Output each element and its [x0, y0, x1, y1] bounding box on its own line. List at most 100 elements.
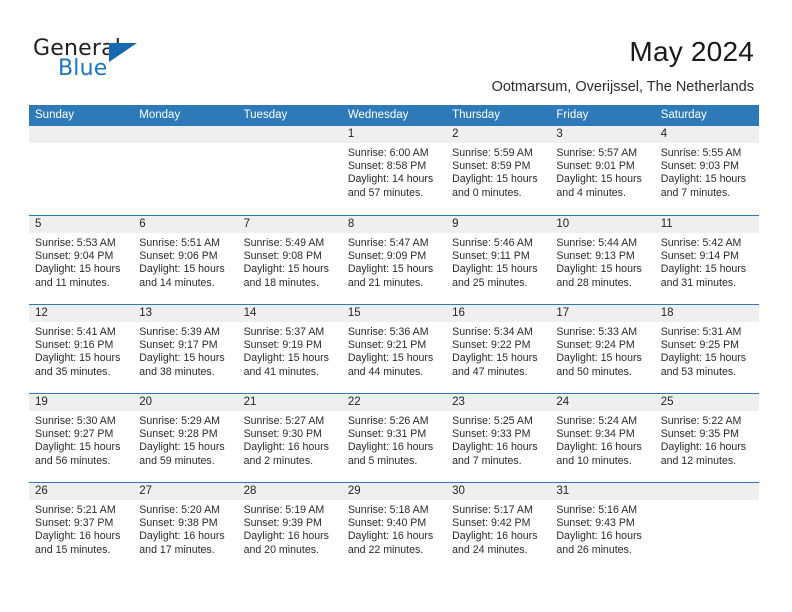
weekday-header-saturday: Saturday: [660, 109, 707, 121]
calendar-day-number: 22: [341, 394, 447, 411]
daylight-duration-line1: Daylight: 14 hours: [347, 173, 434, 186]
calendar-day-cell[interactable]: 13 Sunrise: 5:39 AM Sunset: 9:17 PM Dayligh…: [133, 305, 238, 393]
calendar-day-cell[interactable]: 28 Sunrise: 5:19 AM Sunset: 9:39 PM Dayligh…: [237, 483, 342, 571]
calendar-day-cell[interactable]: 8 Sunrise: 5:47 AM Sunset: 9:09 PM Daylight…: [341, 216, 447, 304]
daylight-duration-line2: and 11 minutes.: [35, 276, 110, 289]
calendar-day-cell[interactable]: 3 Sunrise: 5:57 AM Sunset: 9:01 PM Daylight…: [550, 126, 655, 215]
sunset-time: Sunset: 9:27 PM: [35, 428, 114, 441]
calendar-page: General Blue May 2024 Ootmarsum, Overijs…: [0, 0, 792, 612]
sunrise-time: Sunrise: 5:22 AM: [660, 415, 742, 427]
sunrise-time: Sunrise: 5:49 AM: [243, 237, 325, 249]
sunset-time: Sunset: 9:21 PM: [347, 339, 427, 352]
sunrise-time: Sunrise: 5:42 AM: [660, 237, 742, 249]
calendar-day-cell[interactable]: 24 Sunrise: 5:24 AM Sunset: 9:34 PM Dayligh…: [550, 394, 655, 482]
daylight-duration-line2: and 53 minutes.: [660, 365, 737, 378]
calendar-day-details: Sunrise: 5:49 AM Sunset: 9:08 PM Daylight:…: [238, 233, 342, 290]
calendar-day-cell[interactable]: 5 Sunrise: 5:53 AM Sunset: 9:04 PM Daylight…: [29, 216, 134, 304]
calendar-day-cell[interactable]: 16 Sunrise: 5:34 AM Sunset: 9:22 PM Dayligh…: [446, 305, 551, 393]
daylight-duration-line2: and 2 minutes.: [243, 454, 314, 467]
calendar-day-details: Sunrise: 5:59 AM Sunset: 8:59 PM Daylight:…: [446, 143, 550, 200]
calendar-day-number: 17: [550, 305, 655, 322]
calendar-day-cell[interactable]: 22 Sunrise: 5:26 AM Sunset: 9:31 PM Dayligh…: [341, 394, 447, 482]
calendar-day-number: [133, 126, 238, 143]
daylight-duration-line2: and 15 minutes.: [35, 543, 111, 556]
calendar-day-cell[interactable]: 4 Sunrise: 5:55 AM Sunset: 9:03 PM Daylight…: [654, 126, 759, 215]
weekday-header-thursday: Thursday: [452, 109, 501, 121]
calendar-day-number: 23: [446, 394, 551, 411]
calendar-day-details: Sunrise: 5:16 AM Sunset: 9:43 PM Daylight:…: [550, 500, 654, 557]
calendar-day-cell[interactable]: 17 Sunrise: 5:33 AM Sunset: 9:24 PM Dayligh…: [550, 305, 655, 393]
calendar-day-cell[interactable]: 14 Sunrise: 5:37 AM Sunset: 9:19 PM Dayligh…: [237, 305, 342, 393]
calendar-day-cell-empty: [29, 126, 134, 215]
calendar-day-cell[interactable]: 27 Sunrise: 5:20 AM Sunset: 9:38 PM Dayligh…: [133, 483, 238, 571]
sunrise-time: Sunrise: 5:31 AM: [660, 326, 742, 338]
calendar-day-cell[interactable]: 21 Sunrise: 5:27 AM Sunset: 9:30 PM Dayligh…: [237, 394, 342, 482]
daylight-duration-line2: and 7 minutes.: [660, 186, 731, 199]
calendar-day-number: 20: [133, 394, 238, 411]
daylight-duration-line2: and 20 minutes.: [243, 543, 319, 556]
calendar-day-details: Sunrise: 5:36 AM Sunset: 9:21 PM Daylight:…: [342, 322, 446, 379]
daylight-duration-line2: and 10 minutes.: [556, 454, 632, 467]
sunrise-time: Sunrise: 5:57 AM: [556, 147, 638, 159]
calendar-day-cell[interactable]: 1 Sunrise: 6:00 AM Sunset: 8:58 PM Daylight…: [341, 126, 447, 215]
calendar-week-row: 5 Sunrise: 5:53 AM Sunset: 9:04 PM Daylight…: [29, 215, 759, 304]
sunset-time: Sunset: 9:31 PM: [347, 428, 427, 441]
daylight-duration-line1: Daylight: 15 hours: [556, 352, 642, 365]
sunset-time: Sunset: 9:01 PM: [556, 160, 635, 173]
general-blue-logo[interactable]: General Blue: [33, 36, 213, 84]
daylight-duration-line2: and 18 minutes.: [243, 276, 319, 289]
daylight-duration-line1: Daylight: 16 hours: [243, 441, 329, 454]
calendar-day-cell[interactable]: 2 Sunrise: 5:59 AM Sunset: 8:59 PM Daylight…: [446, 126, 551, 215]
daylight-duration-line1: Daylight: 15 hours: [243, 352, 329, 365]
calendar-day-cell-empty: [654, 483, 759, 571]
sunrise-time: Sunrise: 5:24 AM: [556, 415, 638, 427]
calendar-day-details: Sunrise: 5:53 AM Sunset: 9:04 PM Daylight:…: [29, 233, 133, 290]
calendar-day-cell-empty: [133, 126, 238, 215]
calendar-day-cell[interactable]: 7 Sunrise: 5:49 AM Sunset: 9:08 PM Daylight…: [237, 216, 342, 304]
calendar-day-cell[interactable]: 10 Sunrise: 5:44 AM Sunset: 9:13 PM Dayligh…: [550, 216, 655, 304]
calendar-day-details: Sunrise: 5:26 AM Sunset: 9:31 PM Daylight:…: [342, 411, 446, 468]
calendar-week-row: 26 Sunrise: 5:21 AM Sunset: 9:37 PM Dayligh…: [29, 482, 759, 571]
daylight-duration-line2: and 44 minutes.: [347, 365, 424, 378]
sunrise-time: Sunrise: 5:16 AM: [556, 504, 638, 516]
weekday-header-tuesday: Tuesday: [243, 109, 288, 121]
sunrise-time: Sunrise: 5:19 AM: [243, 504, 325, 516]
daylight-duration-line1: Daylight: 16 hours: [452, 530, 538, 543]
calendar-day-details: Sunrise: 5:37 AM Sunset: 9:19 PM Daylight:…: [238, 322, 342, 379]
calendar-day-number: 8: [341, 216, 447, 233]
calendar-day-cell[interactable]: 29 Sunrise: 5:18 AM Sunset: 9:40 PM Dayligh…: [341, 483, 447, 571]
calendar-day-number: 16: [446, 305, 551, 322]
weekday-header-monday: Monday: [139, 109, 181, 121]
calendar-day-cell[interactable]: 15 Sunrise: 5:36 AM Sunset: 9:21 PM Dayligh…: [341, 305, 447, 393]
sunset-time: Sunset: 9:19 PM: [243, 339, 322, 352]
calendar-day-cell[interactable]: 20 Sunrise: 5:29 AM Sunset: 9:28 PM Dayligh…: [133, 394, 238, 482]
calendar-day-cell[interactable]: 26 Sunrise: 5:21 AM Sunset: 9:37 PM Dayligh…: [29, 483, 134, 571]
calendar-day-cell[interactable]: 23 Sunrise: 5:25 AM Sunset: 9:33 PM Dayligh…: [446, 394, 551, 482]
calendar-day-cell[interactable]: 9 Sunrise: 5:46 AM Sunset: 9:11 PM Daylight…: [446, 216, 551, 304]
calendar-day-number: 2: [446, 126, 551, 143]
calendar-day-details: Sunrise: 5:51 AM Sunset: 9:06 PM Daylight:…: [133, 233, 237, 290]
calendar-day-cell[interactable]: 19 Sunrise: 5:30 AM Sunset: 9:27 PM Dayligh…: [29, 394, 134, 482]
sunrise-time: Sunrise: 5:36 AM: [347, 326, 429, 338]
sunrise-time: Sunrise: 5:26 AM: [347, 415, 429, 427]
calendar-day-cell[interactable]: 25 Sunrise: 5:22 AM Sunset: 9:35 PM Dayligh…: [654, 394, 759, 482]
daylight-duration-line1: Daylight: 15 hours: [660, 352, 747, 365]
calendar-day-cell[interactable]: 11 Sunrise: 5:42 AM Sunset: 9:14 PM Dayligh…: [654, 216, 759, 304]
sunset-time: Sunset: 9:04 PM: [35, 250, 114, 263]
sunrise-time: Sunrise: 5:25 AM: [452, 415, 533, 427]
sunrise-time: Sunrise: 5:55 AM: [660, 147, 742, 159]
daylight-duration-line2: and 12 minutes.: [660, 454, 737, 467]
daylight-duration-line1: Daylight: 15 hours: [139, 352, 225, 365]
calendar-day-cell[interactable]: 12 Sunrise: 5:41 AM Sunset: 9:16 PM Dayligh…: [29, 305, 134, 393]
daylight-duration-line2: and 4 minutes.: [556, 186, 626, 199]
calendar-day-cell[interactable]: 30 Sunrise: 5:17 AM Sunset: 9:42 PM Dayligh…: [446, 483, 551, 571]
calendar-day-cell[interactable]: 6 Sunrise: 5:51 AM Sunset: 9:06 PM Daylight…: [133, 216, 238, 304]
calendar-day-cell[interactable]: 31 Sunrise: 5:16 AM Sunset: 9:43 PM Dayligh…: [550, 483, 655, 571]
calendar-day-number: 5: [29, 216, 134, 233]
sunrise-time: Sunrise: 5:29 AM: [139, 415, 220, 427]
calendar-day-cell[interactable]: 18 Sunrise: 5:31 AM Sunset: 9:25 PM Dayligh…: [654, 305, 759, 393]
daylight-duration-line1: Daylight: 15 hours: [660, 173, 747, 186]
logo-word-blue: Blue: [58, 56, 108, 81]
daylight-duration-line1: Daylight: 15 hours: [556, 263, 642, 276]
calendar-day-number: 14: [237, 305, 342, 322]
